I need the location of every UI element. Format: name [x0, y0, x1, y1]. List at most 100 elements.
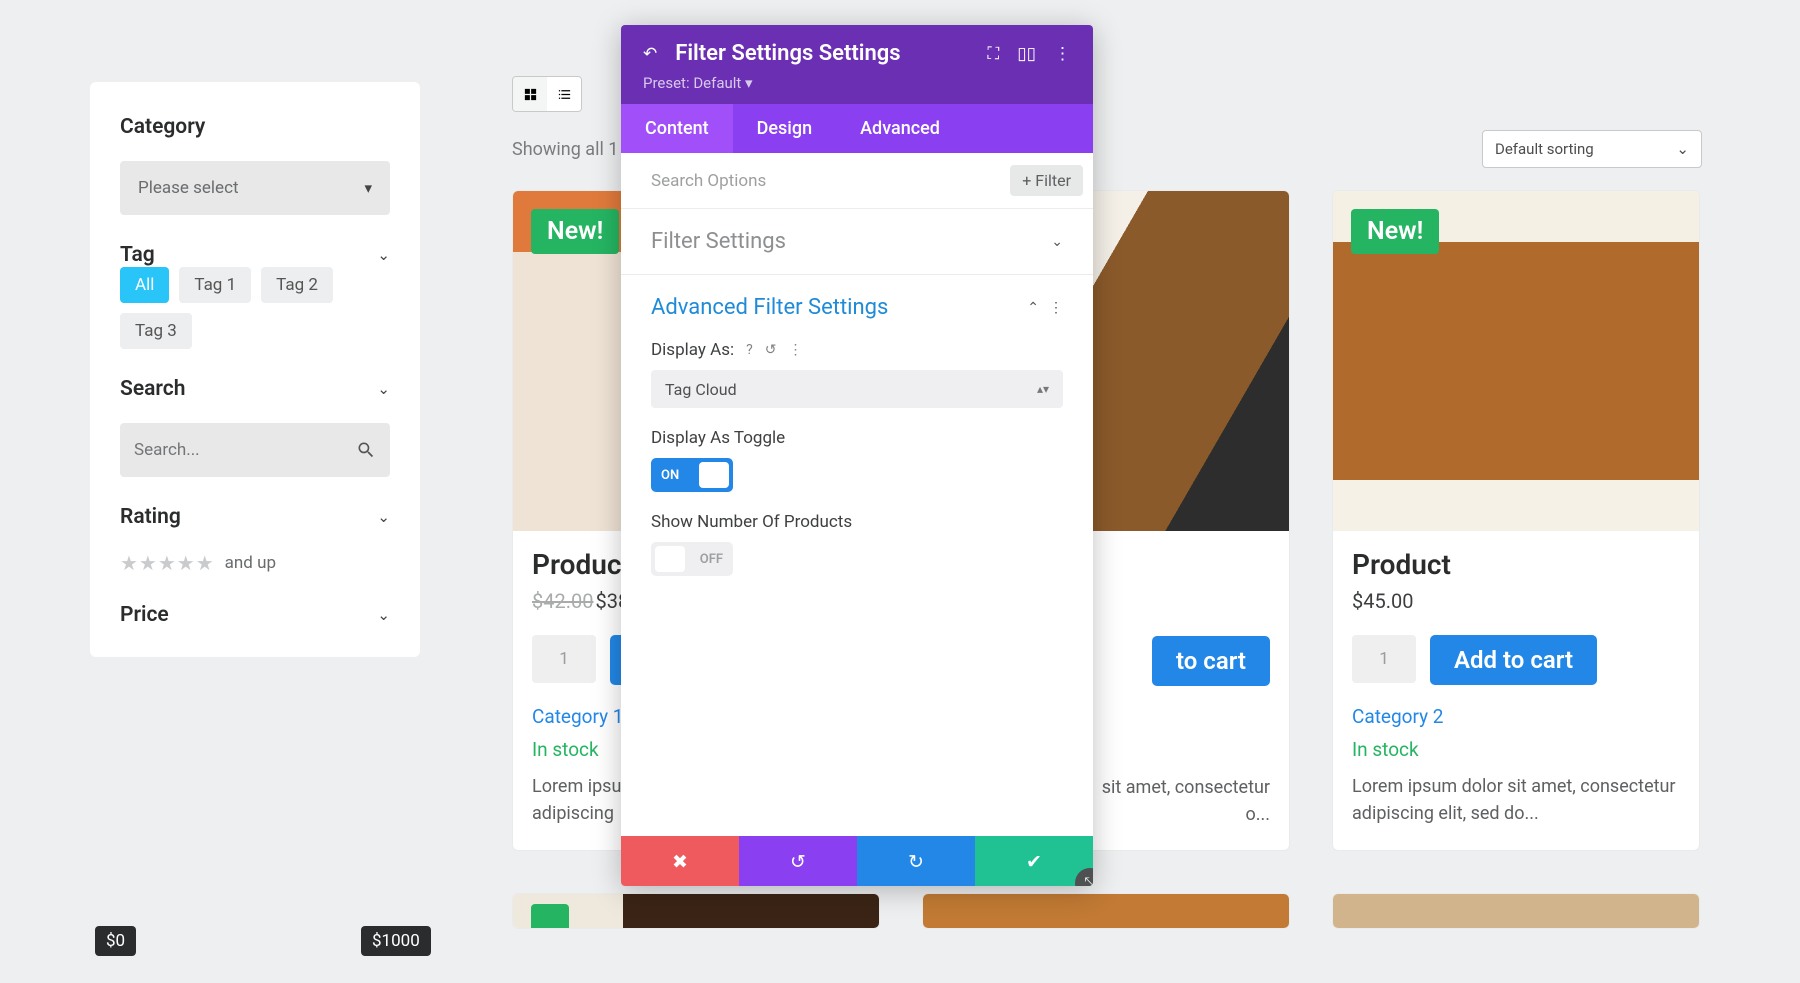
new-badge: New!: [1351, 209, 1439, 254]
section-title: Advanced Filter Settings: [651, 295, 888, 320]
toggle-off-label: OFF: [700, 552, 723, 567]
tag-title: Tag: [120, 243, 155, 267]
search-input[interactable]: [134, 440, 356, 460]
product-image[interactable]: [1333, 894, 1699, 929]
tab-design[interactable]: Design: [733, 104, 836, 153]
tag-header[interactable]: Tag ⌄: [120, 243, 390, 267]
display-as-select[interactable]: Tag Cloud ▴▾: [651, 370, 1063, 408]
cancel-button[interactable]: ✖: [621, 836, 739, 886]
category-link[interactable]: Category 2: [1352, 705, 1680, 728]
new-badge: [531, 904, 569, 929]
sort-select[interactable]: Default sorting ⌄: [1482, 130, 1702, 168]
product-card: [922, 893, 1290, 929]
price: $45.00: [1352, 589, 1413, 613]
display-as-toggle-label: Display As Toggle: [651, 428, 785, 448]
tag-3[interactable]: Tag 3: [120, 313, 192, 349]
grid-view-button[interactable]: [513, 77, 547, 111]
columns-icon[interactable]: ▯▯: [1017, 44, 1036, 64]
preset-selector[interactable]: Preset: Default ▾: [643, 74, 1071, 92]
tag-all[interactable]: All: [120, 267, 169, 303]
rating-suffix: and up: [225, 553, 276, 573]
modal-title: Filter Settings Settings: [675, 41, 969, 66]
list-icon: [557, 87, 572, 102]
advanced-filter-section: Advanced Filter Settings ⌃ ⋮ Display As: …: [621, 274, 1093, 836]
chevron-down-icon: ⌄: [377, 380, 390, 398]
price-header[interactable]: Price ⌄: [120, 603, 390, 627]
back-icon[interactable]: ↶: [643, 44, 657, 64]
product-image[interactable]: New!: [1333, 191, 1699, 531]
modal-tabs: Content Design Advanced: [621, 104, 1093, 153]
product-card: New! Product $45.00 1 Add to cart Catego…: [1332, 190, 1700, 851]
redo-button[interactable]: ↻: [857, 836, 975, 886]
show-number-label: Show Number Of Products: [651, 512, 852, 532]
product-card: [512, 893, 880, 929]
more-icon[interactable]: ⋮: [788, 342, 802, 358]
quantity-stepper[interactable]: 1: [1352, 635, 1416, 683]
chevron-up-icon: ⌃: [1027, 300, 1039, 316]
category-section: Category Please select ▾: [120, 115, 390, 215]
tag-section: Tag ⌄ All Tag 1 Tag 2 Tag 3: [120, 243, 390, 349]
category-header[interactable]: Category: [120, 115, 390, 139]
result-count: Showing all 1: [512, 139, 618, 160]
display-as-toggle[interactable]: ON: [651, 458, 733, 492]
rating-section: Rating ⌄ ★★★★★ and up: [120, 505, 390, 575]
search-title: Search: [120, 377, 185, 401]
price-section: Price ⌄: [120, 603, 390, 627]
product-title[interactable]: Product: [1352, 548, 1680, 581]
reset-icon[interactable]: ↺: [765, 342, 777, 358]
display-as-label: Display As:: [651, 340, 734, 360]
more-icon[interactable]: ⋮: [1049, 300, 1063, 316]
rating-header[interactable]: Rating ⌄: [120, 505, 390, 529]
search-options-label[interactable]: Search Options: [651, 171, 766, 191]
add-to-cart-button[interactable]: to cart: [1152, 636, 1270, 686]
modal-actions: ✖ ↺ ↻ ✔: [621, 836, 1093, 886]
options-search-row: Search Options + Filter: [621, 153, 1093, 208]
add-to-cart-button[interactable]: Add to cart: [1430, 635, 1597, 685]
quantity-stepper[interactable]: 1: [532, 635, 596, 683]
sort-value: Default sorting: [1495, 140, 1594, 158]
add-filter-button[interactable]: + Filter: [1010, 165, 1083, 196]
search-field-wrap: [120, 423, 390, 477]
chevron-down-icon: ⌄: [377, 606, 390, 624]
product-card: [1332, 893, 1700, 929]
tab-content[interactable]: Content: [621, 104, 733, 153]
tag-1[interactable]: Tag 1: [179, 267, 251, 303]
search-header[interactable]: Search ⌄: [120, 377, 390, 401]
product-grid-row2: [512, 893, 1702, 929]
toggle-knob: [655, 546, 685, 572]
advanced-filter-toggle[interactable]: Advanced Filter Settings ⌃ ⋮: [651, 295, 1063, 320]
product-desc: Lorem ipsum dolor sit amet, consectetur …: [1352, 773, 1680, 827]
chevron-down-icon: ⌄: [1676, 140, 1689, 158]
grid-icon: [523, 87, 538, 102]
search-section: Search ⌄: [120, 377, 390, 477]
filter-settings-section: Filter Settings ⌄: [621, 208, 1093, 274]
product-image[interactable]: [923, 894, 1289, 929]
price-min-bubble[interactable]: $0: [95, 926, 136, 956]
view-switch: [512, 76, 582, 112]
filter-sidebar: Category Please select ▾ Tag ⌄ All Tag 1…: [90, 82, 420, 657]
show-number-toggle[interactable]: OFF: [651, 542, 733, 576]
rating-title: Rating: [120, 505, 181, 529]
select-updown-icon: ▴▾: [1037, 382, 1049, 396]
filter-settings-toggle[interactable]: Filter Settings ⌄: [651, 229, 1063, 254]
product-image[interactable]: [513, 894, 879, 929]
search-icon: [356, 439, 376, 461]
tag-2[interactable]: Tag 2: [261, 267, 333, 303]
display-as-label-row: Display As: ? ↺ ⋮: [651, 340, 1063, 360]
chevron-down-icon: ⌄: [1051, 234, 1063, 250]
undo-button[interactable]: ↺: [739, 836, 857, 886]
category-select[interactable]: Please select ▾: [120, 161, 390, 215]
expand-icon[interactable]: ⛶: [987, 44, 999, 64]
star-row-icon[interactable]: ★★★★★: [120, 551, 215, 575]
tab-advanced[interactable]: Advanced: [836, 104, 964, 153]
chevron-down-icon: ▾: [364, 179, 372, 197]
list-view-button[interactable]: [547, 77, 581, 111]
filter-settings-modal: ↶ Filter Settings Settings ⛶ ▯▯ ⋮ Preset…: [621, 25, 1093, 886]
price-max-bubble[interactable]: $1000: [361, 926, 431, 956]
display-as-value: Tag Cloud: [665, 380, 737, 399]
chevron-down-icon: ⌄: [377, 508, 390, 526]
more-icon[interactable]: ⋮: [1054, 44, 1071, 64]
price-title: Price: [120, 603, 169, 627]
new-badge: New!: [531, 209, 619, 254]
help-icon[interactable]: ?: [746, 342, 753, 358]
